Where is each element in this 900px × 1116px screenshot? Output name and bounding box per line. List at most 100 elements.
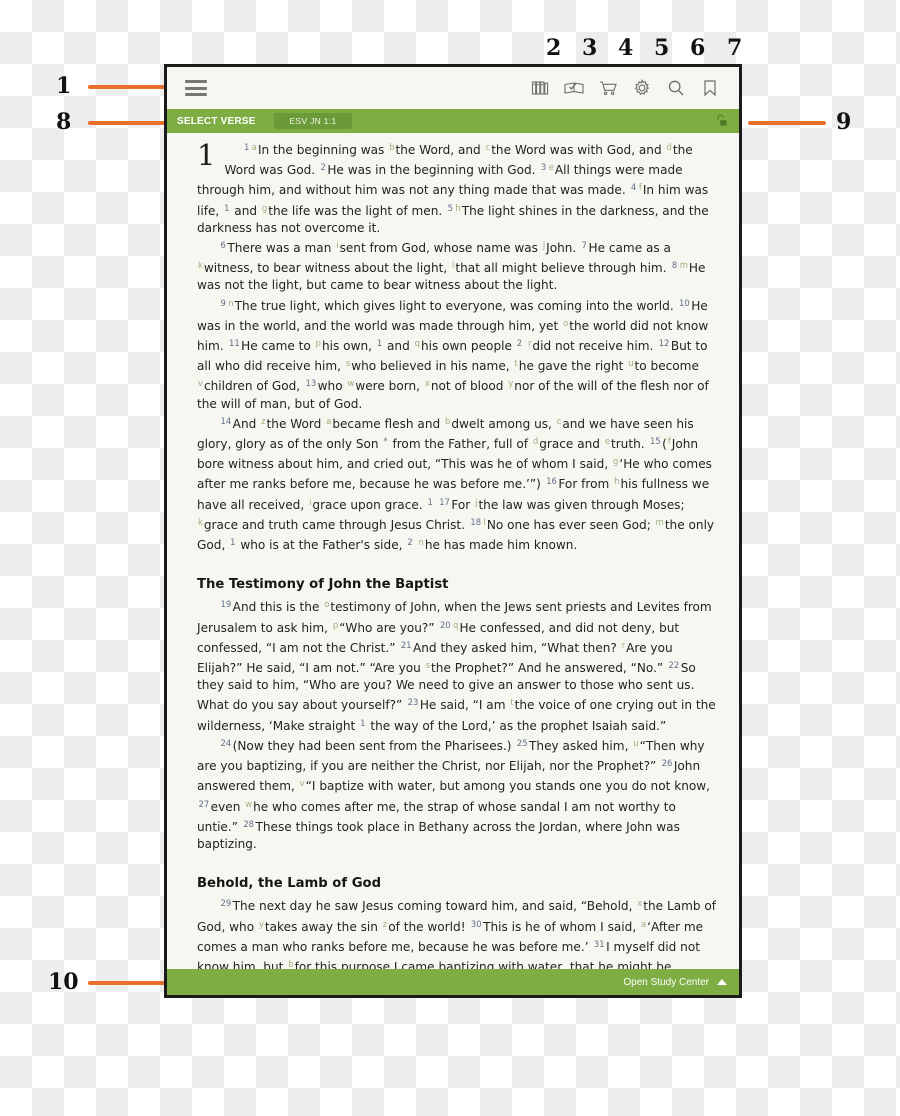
footnote-ref[interactable]: 2 (406, 537, 413, 547)
cross-ref[interactable]: b (287, 959, 294, 969)
hamburger-menu-icon[interactable] (177, 71, 211, 105)
verse-text: and (230, 203, 261, 218)
select-verse-bar: SELECT VERSE ESV JN 1:1 (167, 109, 739, 133)
cross-ref[interactable]: u (627, 358, 634, 368)
callout-number-2: 2 (546, 35, 562, 61)
verse-text: the Prophet?” And he answered, “No.” (431, 661, 668, 676)
verse-number: 1 (243, 142, 250, 152)
verse-text: “Who are you?” (339, 620, 439, 635)
cross-ref[interactable]: d (666, 142, 673, 152)
cross-ref[interactable]: n (418, 537, 425, 547)
search-icon[interactable] (659, 71, 693, 105)
verse-text: grace and truth came through Jesus Chris… (203, 517, 469, 532)
verse-number: 28 (243, 818, 254, 829)
chevron-up-icon[interactable] (717, 979, 727, 985)
verse-paragraph-2: 6 There was a man isent from God, whose n… (197, 237, 717, 295)
cross-ref[interactable]: k (197, 260, 204, 270)
verse-number: 25 (516, 737, 528, 748)
verse-number: 19 (220, 599, 232, 610)
verse-text: sent from God, whose name was (339, 241, 542, 256)
cross-ref[interactable]: u (632, 738, 639, 748)
chapter-number: 1 (197, 138, 216, 172)
cross-ref[interactable]: v (299, 778, 306, 788)
verse-text: In the beginning was (257, 143, 389, 157)
cross-ref[interactable]: y (258, 919, 265, 929)
callout-leader-1 (88, 85, 166, 89)
verse-text: from the Father, full of (388, 437, 532, 452)
open-study-center-bar[interactable]: Open Study Center (167, 969, 739, 995)
callout-number-9: 9 (836, 109, 852, 135)
verse-paragraph-4: 14 And zthe Word abecame flesh and bdwelt… (197, 413, 717, 554)
footnote-ref[interactable]: 2 (516, 338, 523, 348)
verse-text: the law was given through Moses; (478, 497, 685, 512)
verse-number: 29 (220, 898, 232, 909)
verse-text: For (451, 497, 475, 512)
verse-number: 12 (658, 338, 670, 349)
verse-text: his own, (322, 339, 376, 354)
verse-text: who is at the Father's side, (236, 538, 407, 553)
verse-text: And this is the (232, 600, 324, 615)
verse-number: 16 (546, 476, 557, 487)
callout-leader-8 (88, 121, 166, 125)
verse-text: even (210, 799, 245, 814)
verse-number: 26 (661, 758, 673, 769)
cross-ref[interactable]: b (388, 142, 395, 152)
verse-text: No one has ever seen God; (486, 517, 655, 532)
cross-ref[interactable]: h (454, 203, 461, 213)
verse-paragraph-7: 29 The next day he saw Jesus coming towar… (197, 895, 717, 969)
verse-text: to become (634, 359, 699, 374)
cross-ref[interactable]: p (315, 338, 322, 348)
verse-text: he gave the right (518, 359, 628, 374)
cross-ref[interactable]: a (251, 142, 258, 152)
reading-plan-icon[interactable] (557, 71, 591, 105)
cross-ref[interactable]: n (227, 298, 234, 308)
library-icon[interactable] (523, 71, 557, 105)
verse-text: John. (546, 241, 581, 256)
verse-text: He said, “I am (419, 698, 510, 713)
cross-ref[interactable]: k (197, 517, 204, 527)
verse-number: 15 (649, 436, 661, 447)
verse-text: of the world! (388, 919, 470, 934)
verse-paragraph-3: 9 nThe true light, which gives light to e… (197, 295, 717, 413)
verse-number: 23 (407, 697, 419, 708)
verse-text (414, 538, 418, 552)
verse-text: This is he of whom I said, (483, 919, 641, 934)
cross-ref[interactable]: e (548, 162, 555, 172)
cross-ref[interactable]: q (414, 338, 421, 348)
gear-icon[interactable] (625, 71, 659, 105)
callout-number-1: 1 (56, 73, 72, 99)
callout-leader-9 (748, 121, 826, 125)
verse-number: 20 (439, 619, 451, 630)
verse-text: dwelt among us, (451, 416, 556, 431)
verse-number: 30 (470, 918, 482, 929)
cross-ref[interactable]: m (679, 260, 689, 270)
bookmark-icon[interactable] (693, 71, 727, 105)
callout-number-5: 5 (654, 35, 670, 61)
verse-number: 11 (229, 338, 240, 349)
verse-text: grace upon grace. (312, 497, 427, 512)
verse-text: For from (558, 477, 614, 492)
scripture-reading-pane[interactable]: 1 1 aIn the beginning was bthe Word, and … (167, 133, 739, 969)
cross-ref[interactable]: v (197, 378, 204, 388)
cross-ref[interactable]: e (604, 436, 611, 446)
cross-ref[interactable]: w (244, 799, 253, 809)
verse-reference-pill[interactable]: ESV JN 1:1 (273, 113, 353, 129)
cross-ref[interactable]: x (424, 378, 431, 388)
footnote-ref[interactable]: 1 (426, 497, 433, 507)
verse-text: did not receive him. (532, 339, 658, 354)
cross-ref[interactable]: w (346, 378, 355, 388)
verse-text: his own people (420, 339, 516, 354)
unlock-icon[interactable] (711, 112, 731, 130)
verse-paragraph-6: 24 (Now they had been sent from the Phari… (197, 735, 717, 853)
section-heading-lamb: Behold, the Lamb of God (197, 876, 382, 892)
verse-paragraph-5: 19 And this is the otestimony of John, wh… (197, 596, 717, 734)
verse-text: who believed in his name, (351, 359, 514, 374)
cart-icon[interactable] (591, 71, 625, 105)
cross-ref[interactable]: m (655, 517, 665, 527)
callout-number-4: 4 (618, 35, 634, 61)
verse-text: (Now they had been sent from the Pharise… (232, 738, 516, 753)
verse-text: truth. (610, 437, 649, 452)
footnote-ref[interactable]: 1 (359, 718, 366, 728)
chapter-block: 1 1 aIn the beginning was bthe Word, and … (197, 139, 717, 237)
callout-number-8: 8 (56, 109, 72, 135)
